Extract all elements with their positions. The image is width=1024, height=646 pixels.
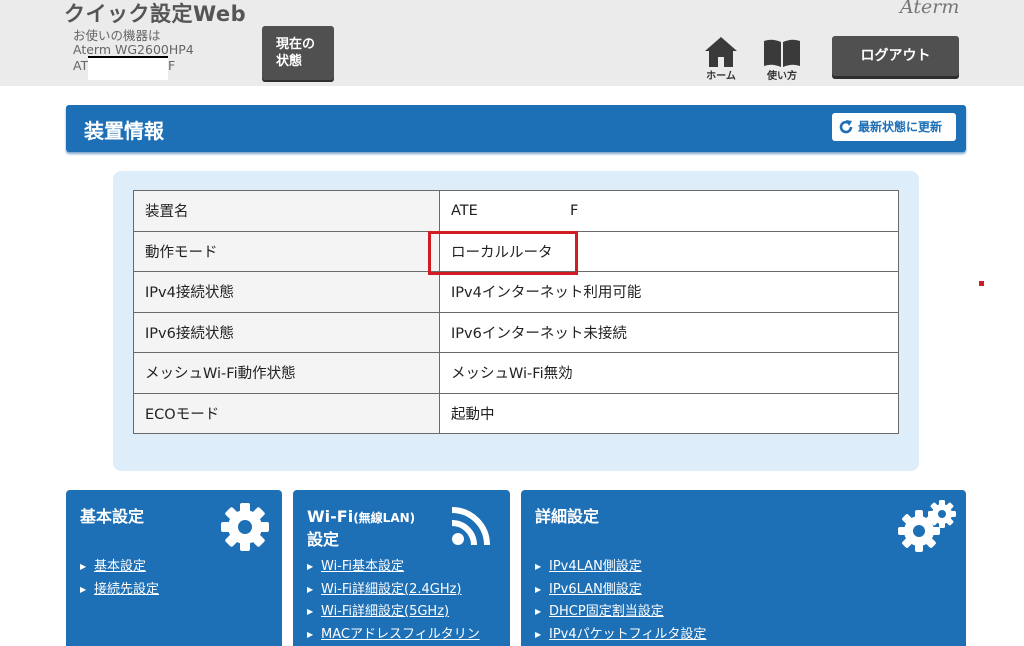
wifi-settings-links: ▶ Wi-Fi基本設定 ▶ Wi-Fi詳細設定(2.4GHz) ▶ Wi-Fi詳細設定… bbox=[307, 556, 480, 646]
row-key-ipv6-status: IPv6接続状態 bbox=[133, 311, 440, 353]
annotation-dot bbox=[979, 281, 984, 286]
highlight-annotation bbox=[428, 231, 578, 275]
refresh-button[interactable]: 最新状態に更新 bbox=[832, 113, 956, 141]
menu-link-ipv6-lan[interactable]: ▶ IPv6LAN側設定 bbox=[535, 579, 706, 602]
arrow-icon: ▶ bbox=[535, 562, 542, 571]
arrow-icon: ▶ bbox=[535, 629, 542, 639]
row-value-mesh-wifi: メッシュWi-Fi無効 bbox=[439, 352, 899, 394]
table-row: メッシュWi-Fi動作状態 メッシュWi-Fi無効 bbox=[133, 352, 899, 394]
row-key-eco-mode: ECOモード bbox=[133, 392, 440, 434]
device-model: Aterm WG2600HP4 bbox=[73, 42, 194, 57]
row-value-ipv6-status: IPv6インターネット未接続 bbox=[439, 311, 899, 353]
home-icon bbox=[705, 37, 737, 67]
basic-settings-links: ▶ 基本設定 ▶ 接続先設定 bbox=[80, 556, 159, 601]
wifi-settings-card: Wi-Fi(無線LAN) 設定 ▶ Wi-Fi基本設定 ▶ Wi-Fi詳細設定(2.… bbox=[293, 490, 510, 646]
advanced-settings-card: 詳細設定 ▶ IPv4LAN側設定 ▶ IPv6LAN側設定 ▶ DHCP固定割当設定… bbox=[521, 490, 966, 646]
table-row: ECOモード 起動中 bbox=[133, 392, 899, 434]
app-title: クイック設定Web bbox=[64, 2, 247, 26]
refresh-label: 最新状態に更新 bbox=[858, 120, 943, 134]
arrow-icon: ▶ bbox=[307, 607, 314, 616]
row-value-device-name: ATE F bbox=[439, 190, 899, 232]
menu-link-dhcp-static[interactable]: ▶ DHCP固定割当設定 bbox=[535, 601, 706, 624]
wifi-icon bbox=[451, 507, 490, 546]
basic-settings-title: 基本設定 bbox=[80, 507, 145, 526]
current-status-label-line2: 状態 bbox=[276, 54, 303, 69]
advanced-settings-links: ▶ IPv4LAN側設定 ▶ IPv6LAN側設定 ▶ DHCP固定割当設定 ▶ IPv… bbox=[535, 556, 706, 646]
row-value-eco-mode: 起動中 bbox=[439, 392, 899, 434]
redaction-box bbox=[88, 56, 168, 80]
arrow-icon: ▶ bbox=[535, 584, 542, 594]
advanced-settings-title: 詳細設定 bbox=[535, 507, 600, 526]
arrow-icon: ▶ bbox=[307, 584, 314, 594]
table-row: IPv4接続状態 IPv4インターネット利用可能 bbox=[133, 271, 899, 313]
gears-icon bbox=[898, 500, 956, 552]
basic-settings-card: 基本設定 ▶ 基本設定 ▶ 接続先設定 bbox=[66, 490, 282, 646]
menu-link-basic-settings[interactable]: ▶ 基本設定 bbox=[80, 556, 159, 579]
home-label: ホーム bbox=[706, 71, 736, 82]
device-id: AT bbox=[73, 58, 89, 73]
row-key-mesh-wifi: メッシュWi-Fi動作状態 bbox=[133, 352, 440, 394]
menu-link-wifi-basic[interactable]: ▶ Wi-Fi基本設定 bbox=[307, 556, 480, 579]
current-status-button[interactable]: 現在の 状態 bbox=[262, 26, 334, 80]
device-id-tail: F bbox=[168, 58, 176, 73]
menu-link-ipv4-packet-filter[interactable]: ▶ IPv4パケットフィルタ設定 bbox=[535, 624, 706, 646]
home-button[interactable]: ホーム bbox=[699, 36, 743, 84]
menu-link-wifi-detail-24[interactable]: ▶ Wi-Fi詳細設定(2.4GHz) bbox=[307, 579, 480, 602]
arrow-icon: ▶ bbox=[80, 562, 87, 571]
arrow-icon: ▶ bbox=[307, 629, 314, 639]
gear-icon bbox=[221, 503, 269, 551]
row-value-ipv4-status: IPv4インターネット利用可能 bbox=[439, 271, 899, 313]
help-button[interactable]: 使い方 bbox=[760, 36, 804, 84]
wifi-settings-title: Wi-Fi(無線LAN) 設定 bbox=[307, 507, 416, 549]
row-key-device-name: 装置名 bbox=[133, 190, 440, 232]
arrow-icon: ▶ bbox=[80, 584, 87, 594]
logout-button[interactable]: ログアウト bbox=[832, 36, 959, 76]
book-icon bbox=[764, 39, 800, 67]
table-row: IPv6接続状態 IPv6インターネット未接続 bbox=[133, 311, 899, 353]
row-key-ipv4-status: IPv4接続状態 bbox=[133, 271, 440, 313]
page-title: 装置情報 bbox=[84, 119, 164, 143]
arrow-icon: ▶ bbox=[535, 607, 542, 616]
header-bar: クイック設定Web お使いの機器は Aterm WG2600HP4 AT F A… bbox=[0, 0, 1024, 86]
help-label: 使い方 bbox=[767, 71, 797, 82]
menu-link-connection-settings[interactable]: ▶ 接続先設定 bbox=[80, 579, 159, 602]
device-info-table: 装置名 ATE F 動作モード ローカルルータ IPv4接続状態 IPv4インタ… bbox=[133, 190, 899, 434]
refresh-icon bbox=[839, 120, 853, 134]
arrow-icon: ▶ bbox=[307, 562, 314, 571]
page-title-bar: 装置情報 最新状態に更新 bbox=[66, 105, 966, 152]
brand-logo: Aterm bbox=[900, 0, 960, 18]
menu-link-mac-filtering[interactable]: ▶ MACアドレスフィルタリン bbox=[307, 624, 480, 646]
row-key-operation-mode: 動作モード bbox=[133, 230, 440, 272]
table-row: 装置名 ATE F bbox=[133, 190, 899, 232]
current-status-label-line1: 現在の bbox=[276, 37, 316, 52]
menu-link-ipv4-lan[interactable]: ▶ IPv4LAN側設定 bbox=[535, 556, 706, 579]
menu-link-wifi-detail-5[interactable]: ▶ Wi-Fi詳細設定(5GHz) bbox=[307, 601, 480, 624]
